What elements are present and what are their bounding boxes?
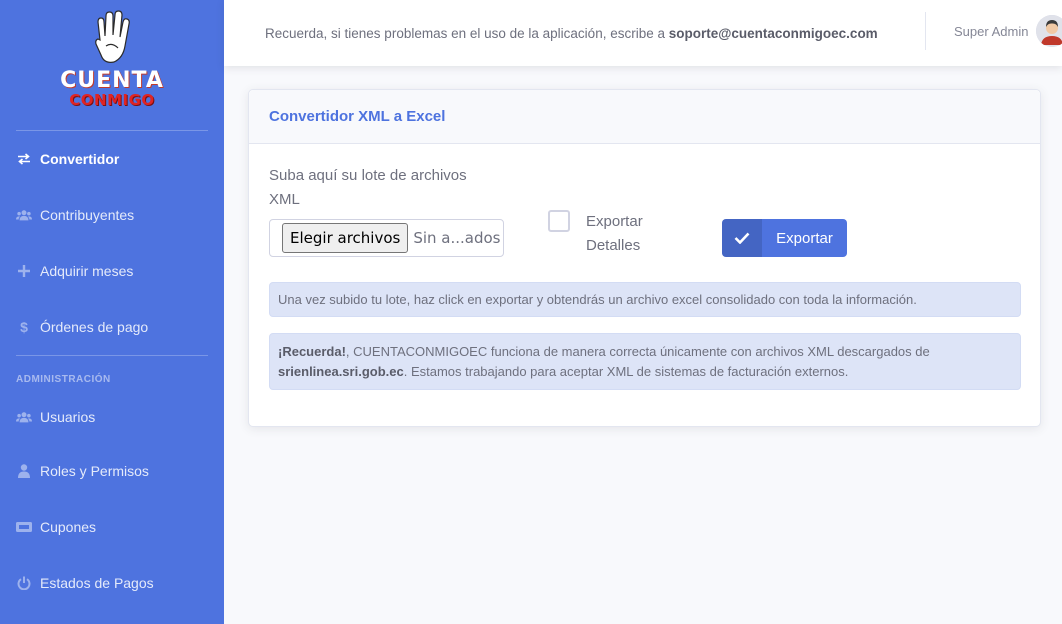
check-icon — [722, 219, 762, 257]
sidebar-item-label: Adquirir meses — [40, 263, 134, 279]
power-icon — [16, 575, 32, 591]
file-input[interactable]: Elegir archivos Sin a...ados — [269, 219, 504, 257]
users-icon — [16, 409, 32, 425]
sidebar-item-label: Cupones — [40, 519, 97, 535]
hand-logo-icon — [95, 10, 130, 63]
support-notice-text: Recuerda, si tienes problemas en el uso … — [265, 25, 669, 41]
info-alert: Una vez subido tu lote, haz click en exp… — [269, 282, 1021, 317]
export-button-label: Exportar — [776, 229, 833, 247]
reminder-text-end: . Estamos trabajando para aceptar XML de… — [403, 364, 849, 379]
sidebar-item-convertidor[interactable]: Convertidor — [0, 131, 224, 187]
sidebar-item-label: Estados de Pagos — [40, 575, 154, 591]
sidebar-item-ordenes-de-pago[interactable]: $ Órdenes de pago — [0, 299, 224, 355]
ticket-icon — [16, 519, 32, 535]
brand-logo[interactable]: CUENTA CONMIGO — [0, 0, 224, 130]
sidebar-item-label: Órdenes de pago — [40, 319, 149, 335]
user-icon — [16, 463, 32, 479]
plus-icon — [16, 263, 32, 279]
sidebar-item-estados-de-pagos[interactable]: Estados de Pagos — [0, 555, 224, 611]
sidebar: CUENTA CONMIGO Convertidor Contribuyente… — [0, 0, 224, 624]
sidebar-item-label: Convertidor — [40, 151, 120, 167]
sidebar-item-cupones[interactable]: Cupones — [0, 499, 224, 555]
sidebar-item-usuarios[interactable]: Usuarios — [0, 391, 224, 443]
sidebar-item-adquirir-meses[interactable]: Adquirir meses — [0, 243, 224, 299]
sidebar-item-contribuyentes[interactable]: Contribuyentes — [0, 187, 224, 243]
sidebar-item-label: Usuarios — [40, 409, 96, 425]
reminder-alert: ¡Recuerda!, CUENTACONMIGOEC funciona de … — [269, 333, 1021, 390]
converter-card: Convertidor XML a Excel Suba aquí su lot… — [248, 89, 1041, 427]
support-email: soporte@cuentaconmigoec.com — [668, 25, 878, 41]
brand-line1: CUENTA — [60, 68, 164, 93]
brand-line2: CONMIGO — [69, 91, 155, 109]
file-status-text: Sin a...ados — [413, 229, 501, 247]
export-button[interactable]: Exportar — [722, 219, 847, 257]
reminder-title: ¡Recuerda! — [278, 344, 346, 359]
topbar: Recuerda, si tienes problemas en el uso … — [224, 0, 1062, 66]
upload-label: Suba aquí su lote de archivos XML — [269, 167, 467, 208]
user-name[interactable]: Super Admin — [954, 24, 1028, 39]
exchange-icon — [16, 151, 32, 167]
users-icon — [16, 207, 32, 223]
info-alert-text: Una vez subido tu lote, haz click en exp… — [278, 292, 917, 307]
export-details-label[interactable]: Exportar Detalles — [586, 210, 676, 258]
avatar-icon[interactable] — [1036, 15, 1062, 47]
card-title: Convertidor XML a Excel — [249, 90, 1040, 144]
sidebar-item-label: Contribuyentes — [40, 207, 135, 223]
topbar-divider — [925, 12, 926, 50]
reminder-domain: srienlinea.sri.gob.ec — [278, 364, 404, 379]
sidebar-item-label: Roles y Permisos — [40, 463, 149, 479]
support-notice: Recuerda, si tienes problemas en el uso … — [265, 26, 878, 41]
export-details-checkbox[interactable] — [548, 210, 570, 232]
choose-files-button[interactable]: Elegir archivos — [282, 223, 409, 253]
sidebar-section-heading: ADMINISTRACIÓN — [16, 374, 111, 385]
dollar-icon: $ — [20, 319, 28, 335]
sidebar-item-roles-y-permisos[interactable]: Roles y Permisos — [0, 443, 224, 499]
reminder-text: , CUENTACONMIGOEC funciona de manera cor… — [345, 344, 930, 359]
